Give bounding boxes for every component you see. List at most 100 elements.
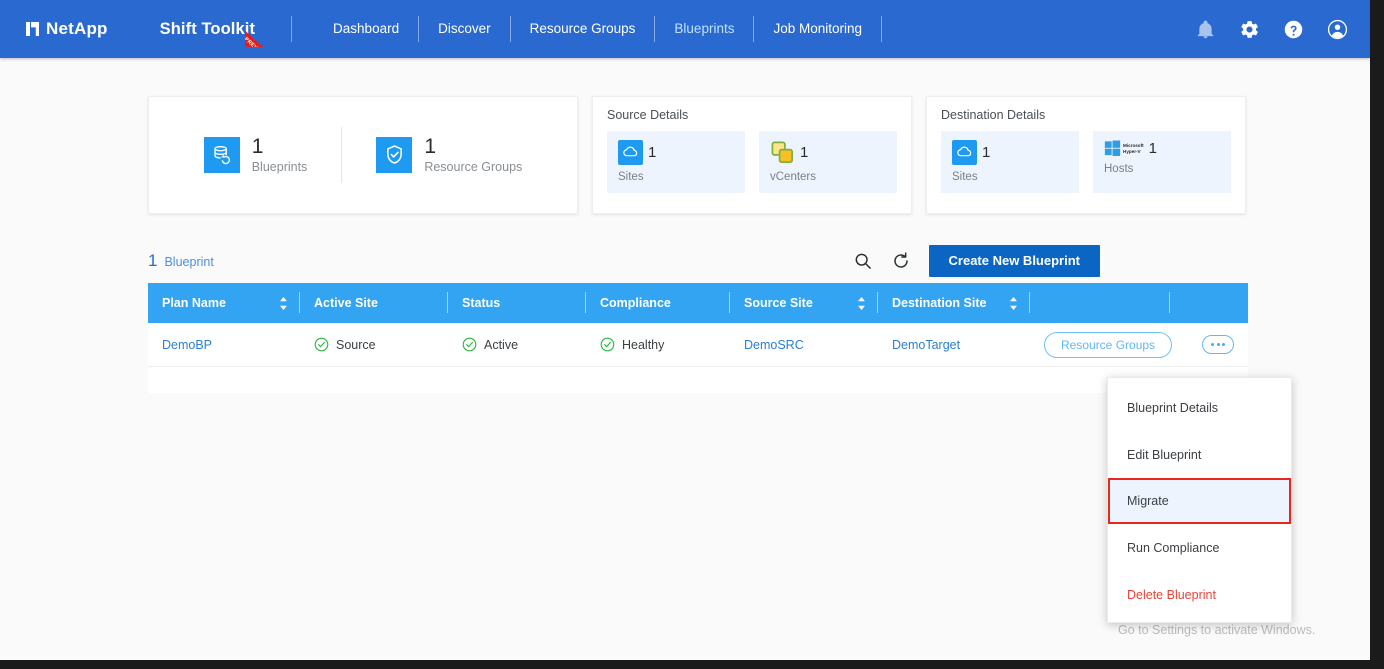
hyperv-brand-text: Microsoft Hyper-V bbox=[1123, 143, 1144, 154]
compliance-badge: Healthy bbox=[600, 337, 664, 352]
summary-resource-groups-label: Resource Groups bbox=[424, 160, 522, 174]
destination-tile-sites[interactable]: 1 Sites bbox=[941, 131, 1079, 193]
cell-resource-groups: Resource Groups bbox=[1030, 323, 1170, 366]
hyperv-brand-line1: Microsoft bbox=[1123, 143, 1144, 148]
help-icon[interactable] bbox=[1283, 19, 1304, 40]
check-circle-icon bbox=[600, 337, 615, 352]
destination-site-link[interactable]: DemoTarget bbox=[892, 338, 960, 352]
menu-item-delete-blueprint[interactable]: Delete Blueprint bbox=[1108, 571, 1291, 618]
summary-cards-row: 1 Blueprints 1 Resource Groups bbox=[0, 58, 1370, 214]
cell-source-site: DemoSRC bbox=[730, 323, 878, 366]
column-header-destination-site-label: Destination Site bbox=[892, 296, 986, 310]
source-details-tiles: 1 Sites 1 bbox=[607, 131, 897, 193]
destination-hosts-label: Hosts bbox=[1104, 163, 1220, 175]
destination-sites-top: 1 bbox=[952, 140, 1068, 165]
source-details-card: Source Details 1 Sites bbox=[592, 96, 912, 214]
summary-item-resource-groups[interactable]: 1 Resource Groups bbox=[342, 136, 556, 174]
source-site-link[interactable]: DemoSRC bbox=[744, 338, 804, 352]
nav-divider bbox=[881, 16, 882, 42]
gear-icon[interactable] bbox=[1239, 19, 1260, 40]
status-value: Active bbox=[484, 338, 518, 352]
watermark-subtitle: Go to Settings to activate Windows. bbox=[1118, 623, 1315, 637]
cell-compliance: Healthy bbox=[586, 323, 730, 366]
menu-item-run-compliance[interactable]: Run Compliance bbox=[1108, 524, 1291, 571]
status-badge: Active bbox=[462, 337, 518, 352]
column-header-status-label: Status bbox=[462, 296, 500, 310]
destination-sites-count: 1 bbox=[982, 144, 990, 161]
sort-arrows-icon[interactable] bbox=[279, 297, 288, 310]
column-header-destination-site[interactable]: Destination Site bbox=[878, 283, 1030, 323]
destination-hosts-top: Microsoft Hyper-V 1 bbox=[1104, 140, 1220, 157]
table-header-row: Plan Name Active Site Status bbox=[148, 283, 1248, 323]
hyperv-icon: Microsoft Hyper-V bbox=[1104, 140, 1144, 157]
sort-arrows-icon[interactable] bbox=[857, 297, 866, 310]
summary-item-blueprints[interactable]: 1 Blueprints bbox=[170, 136, 342, 174]
summary-blueprints-label: Blueprints bbox=[252, 160, 308, 174]
refresh-icon[interactable] bbox=[891, 251, 911, 271]
column-header-active-site[interactable]: Active Site bbox=[300, 283, 448, 323]
nav-item-dashboard[interactable]: Dashboard bbox=[314, 0, 418, 58]
hyperv-brand-line2: Hyper-V bbox=[1123, 149, 1141, 154]
compliance-value: Healthy bbox=[622, 338, 664, 352]
nav-item-job-monitoring[interactable]: Job Monitoring bbox=[754, 0, 881, 58]
destination-details-title: Destination Details bbox=[941, 108, 1231, 122]
vcenter-icon bbox=[770, 140, 795, 165]
source-vcenters-label: vCenters bbox=[770, 171, 886, 183]
resource-groups-button[interactable]: Resource Groups bbox=[1044, 332, 1172, 358]
column-header-active-site-label: Active Site bbox=[314, 296, 378, 310]
nav-item-blueprints[interactable]: Blueprints bbox=[655, 0, 753, 58]
cloud-icon bbox=[618, 140, 643, 165]
destination-details-tiles: 1 Sites bbox=[941, 131, 1231, 193]
netapp-logo-text: NetApp bbox=[46, 19, 108, 39]
app-title: Shift Toolkit bbox=[160, 20, 255, 39]
menu-item-migrate[interactable]: Migrate bbox=[1108, 478, 1291, 524]
cell-destination-site: DemoTarget bbox=[878, 323, 1030, 366]
cloud-icon bbox=[952, 140, 977, 165]
source-tile-sites[interactable]: 1 Sites bbox=[607, 131, 745, 193]
sort-arrows-icon[interactable] bbox=[1009, 297, 1018, 310]
source-sites-count: 1 bbox=[648, 144, 656, 161]
app-title-block: Shift Toolkit PREVIEW bbox=[160, 20, 255, 39]
ellipsis-icon[interactable] bbox=[1202, 335, 1234, 354]
row-actions-menu: Blueprint Details Edit Blueprint Migrate… bbox=[1107, 377, 1292, 623]
blueprint-name-link[interactable]: DemoBP bbox=[162, 338, 212, 352]
bell-icon[interactable] bbox=[1195, 19, 1216, 40]
nav-menu: Dashboard Discover Resource Groups Bluep… bbox=[314, 0, 882, 58]
menu-item-edit-blueprint[interactable]: Edit Blueprint bbox=[1108, 431, 1291, 478]
cell-active-site: Source bbox=[300, 323, 448, 366]
overview-summary-card: 1 Blueprints 1 Resource Groups bbox=[148, 96, 578, 214]
active-site-status: Source bbox=[314, 337, 376, 352]
destination-hosts-count: 1 bbox=[1149, 140, 1157, 157]
menu-item-blueprint-details[interactable]: Blueprint Details bbox=[1108, 384, 1291, 431]
column-header-actions-1 bbox=[1030, 283, 1170, 323]
user-avatar-icon[interactable] bbox=[1327, 19, 1348, 40]
cell-row-actions bbox=[1170, 323, 1248, 366]
search-icon[interactable] bbox=[853, 251, 873, 271]
navbar-actions bbox=[1195, 19, 1348, 40]
blueprints-toolbar: 1 Blueprint Create New Blueprint bbox=[148, 239, 1100, 283]
dot bbox=[1217, 343, 1220, 346]
column-header-plan-name[interactable]: Plan Name bbox=[148, 283, 300, 323]
nav-item-discover[interactable]: Discover bbox=[419, 0, 510, 58]
source-vcenters-count: 1 bbox=[800, 144, 808, 161]
nav-item-resource-groups[interactable]: Resource Groups bbox=[511, 0, 655, 58]
database-restore-icon bbox=[204, 137, 240, 173]
column-header-plan-name-label: Plan Name bbox=[162, 296, 226, 310]
destination-tile-hosts[interactable]: Microsoft Hyper-V 1 Hosts bbox=[1093, 131, 1231, 193]
table-row[interactable]: DemoBP Source bbox=[148, 323, 1248, 367]
netapp-logo[interactable]: NetApp bbox=[26, 19, 108, 39]
source-vcenters-top: 1 bbox=[770, 140, 886, 165]
table-body-filler bbox=[148, 367, 1248, 393]
summary-blueprints-count: 1 bbox=[252, 136, 308, 158]
cell-status: Active bbox=[448, 323, 586, 366]
create-new-blueprint-button[interactable]: Create New Blueprint bbox=[929, 245, 1100, 277]
dot bbox=[1222, 343, 1225, 346]
source-tile-vcenters[interactable]: 1 vCenters bbox=[759, 131, 897, 193]
column-header-source-site[interactable]: Source Site bbox=[730, 283, 878, 323]
source-sites-label: Sites bbox=[618, 171, 734, 183]
top-navbar: NetApp Shift Toolkit PREVIEW Dashboard D… bbox=[0, 0, 1370, 58]
summary-resource-groups-text: 1 Resource Groups bbox=[424, 136, 522, 174]
column-header-source-site-label: Source Site bbox=[744, 296, 813, 310]
column-header-status[interactable]: Status bbox=[448, 283, 586, 323]
column-header-compliance[interactable]: Compliance bbox=[586, 283, 730, 323]
